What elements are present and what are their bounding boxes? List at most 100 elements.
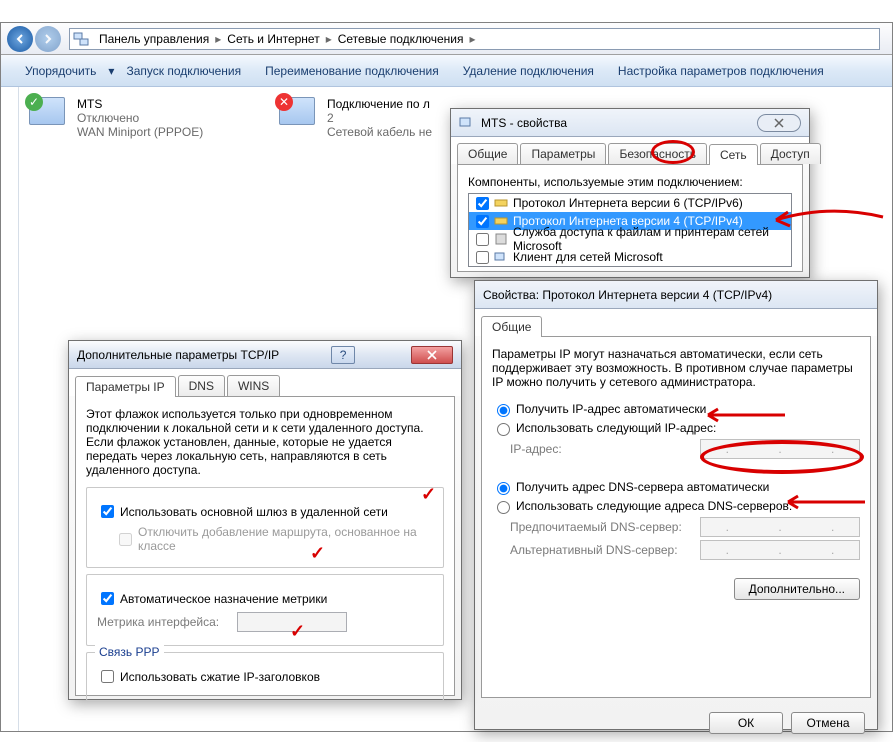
use-default-gateway-checkbox[interactable]: Использовать основной шлюз в удаленной с… [97,502,433,521]
group-legend: Связь PPP [95,645,164,659]
network-icon [73,31,89,47]
tabs: Параметры IP DNS WINS [69,369,461,396]
breadcrumb-item[interactable]: Сетевые подключения [332,32,470,46]
list-item-label: Протокол Интернета версии 6 (TCP/IPv6) [513,196,743,210]
checkbox-label: Использовать основной шлюз в удаленной с… [120,505,388,519]
advanced-tcpip-dialog: Дополнительные параметры TCP/IP ? Параме… [68,340,462,700]
arrow-right-icon [43,34,53,44]
tab-network[interactable]: Сеть [709,144,758,165]
close-icon [774,118,784,128]
radio-dns-manual[interactable]: Использовать следующие адреса DNS-сервер… [492,498,860,514]
tab-access[interactable]: Доступ [760,143,821,164]
checkbox[interactable] [101,592,114,605]
connection-status: 2 [327,111,432,125]
interface-metric-input [237,612,347,632]
ip-header-compression-checkbox[interactable]: Использовать сжатие IP-заголовков [97,667,433,686]
ip-address-input[interactable]: ... [700,439,860,459]
checkbox[interactable] [476,197,489,210]
checkbox-label: Автоматическое назначение метрики [120,592,327,606]
checkbox[interactable] [476,215,489,228]
metric-group: Автоматическое назначение метрики Метрик… [86,574,444,646]
auto-metric-checkbox[interactable]: Автоматическое назначение метрики [97,589,433,608]
checkbox[interactable] [101,670,114,683]
toolbar-rename-connection[interactable]: Переименование подключения [253,60,451,82]
toolbar-connection-settings[interactable]: Настройка параметров подключения [606,60,836,82]
radio-dns-auto[interactable]: Получить адрес DNS-сервера автоматически [492,479,860,495]
tab-parameters[interactable]: Параметры [520,143,606,164]
ppp-group: Связь PPP Использовать сжатие IP-заголов… [86,652,444,701]
breadcrumb-item[interactable]: Панель управления [93,32,215,46]
connection-device: WAN Miniport (PPPOE) [77,125,203,139]
nav-back-button[interactable] [7,26,33,52]
ok-button[interactable]: ОК [709,712,783,734]
tab-general[interactable]: Общие [457,143,518,164]
radio-ip-auto[interactable]: Получить IP-адрес автоматически [492,401,860,417]
cancel-button[interactable]: Отмена [791,712,865,734]
checkbox-label: Использовать сжатие IP-заголовков [120,670,320,684]
field-label: Предпочитаемый DNS-сервер: [510,520,700,534]
window-title: Свойства: Протокол Интернета версии 4 (T… [483,288,772,302]
dns-alternate-row: Альтернативный DNS-сервер: ... [492,540,860,560]
radio[interactable] [497,423,510,436]
checkbox[interactable] [101,505,114,518]
tab-ip-params[interactable]: Параметры IP [75,376,176,397]
toolbar-start-connection[interactable]: Запуск подключения [114,60,253,82]
disable-class-route-checkbox: Отключить добавление маршрута, основанно… [97,525,433,553]
close-button[interactable] [411,346,453,364]
radio[interactable] [497,404,510,417]
list-item[interactable]: Протокол Интернета версии 6 (TCP/IPv6) [469,194,791,212]
nav-forward-button[interactable] [35,26,61,52]
tab-body: Параметры IP могут назначаться автоматич… [481,336,871,698]
field-label: IP-адрес: [510,442,700,456]
checkbox[interactable] [476,251,489,264]
address-bar: Панель управления ▸ Сеть и Интернет ▸ Се… [1,23,892,55]
breadcrumb-item[interactable]: Сеть и Интернет [221,32,325,46]
radio-label: Использовать следующие адреса DNS-сервер… [516,499,792,513]
field-label: Альтернативный DNS-сервер: [510,543,700,557]
breadcrumb-box[interactable]: Панель управления ▸ Сеть и Интернет ▸ Се… [69,28,880,50]
protocol-icon [493,214,509,228]
intro-text: Параметры IP могут назначаться автоматич… [492,347,860,389]
tabs: Общие [475,309,877,336]
tab-general[interactable]: Общие [481,316,542,337]
mts-properties-dialog: MTS - свойства Общие Параметры Безопасно… [450,108,810,278]
tab-body: Компоненты, используемые этим подключени… [457,164,803,272]
dns-preferred-row: Предпочитаемый DNS-сервер: ... [492,517,860,537]
service-icon [493,232,509,246]
toolbar-organize[interactable]: Упорядочить [13,60,108,82]
intro-text: Этот флажок используется только при одно… [86,407,444,477]
radio[interactable] [497,501,510,514]
client-icon [493,250,509,264]
help-icon: ? [340,348,347,362]
field-label: Метрика интерфейса: [97,615,237,629]
close-icon [427,350,437,360]
radio-label: Получить адрес DNS-сервера автоматически [516,480,769,494]
components-list[interactable]: Протокол Интернета версии 6 (TCP/IPv6) П… [468,193,792,267]
connection-icon: ✓ [29,97,71,139]
protocol-icon [493,196,509,210]
help-button[interactable]: ? [331,346,355,364]
toolbar-delete-connection[interactable]: Удаление подключения [451,60,606,82]
close-button[interactable] [757,114,801,132]
window-title: Дополнительные параметры TCP/IP [77,348,279,362]
arrow-left-icon [15,34,25,44]
radio[interactable] [497,482,510,495]
list-item-label: Клиент для сетей Microsoft [513,250,663,264]
sidebar [1,87,19,731]
titlebar: MTS - свойства [451,109,809,137]
list-item[interactable]: Служба доступа к файлам и принтерам сете… [469,230,791,248]
tab-security[interactable]: Безопасность [608,143,707,164]
ip-address-row: IP-адрес: ... [492,439,860,459]
gateway-group: Использовать основной шлюз в удаленной с… [86,487,444,568]
components-label: Компоненты, используемые этим подключени… [468,175,792,189]
radio-ip-manual[interactable]: Использовать следующий IP-адрес: [492,420,860,436]
radio-label: Использовать следующий IP-адрес: [516,421,716,435]
advanced-button[interactable]: Дополнительно... [734,578,860,600]
tab-wins[interactable]: WINS [227,375,280,396]
connection-name: MTS [77,97,203,111]
checkbox-label: Отключить добавление маршрута, основанно… [138,525,433,553]
connection-name: Подключение по л [327,97,432,111]
checkbox[interactable] [476,233,489,246]
tab-body: Этот флажок используется только при одно… [75,396,455,696]
tab-dns[interactable]: DNS [178,375,225,396]
